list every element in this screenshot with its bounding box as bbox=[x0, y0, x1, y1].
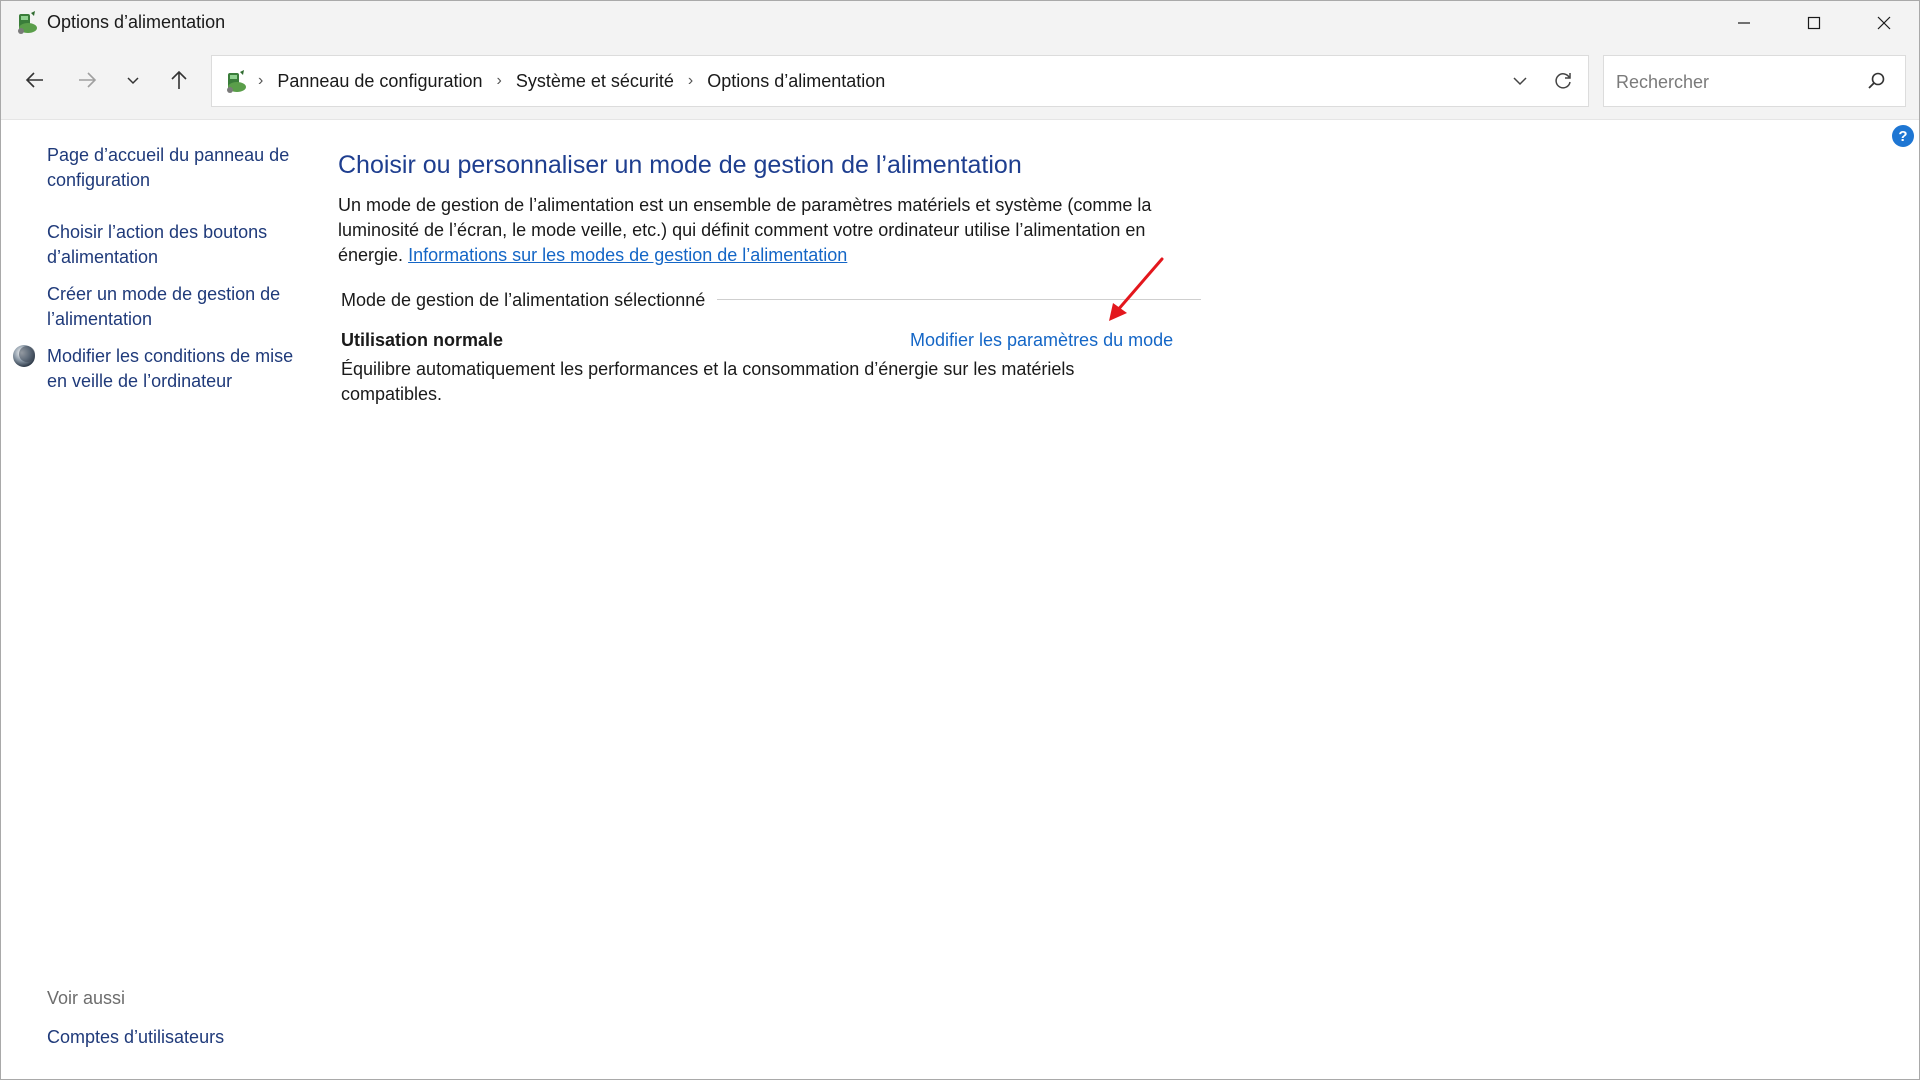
chevron-right-icon: › bbox=[258, 72, 264, 89]
sidebar-link-create-plan[interactable]: Créer un mode de gestion de l’alimentati… bbox=[47, 282, 297, 332]
search-box bbox=[1603, 55, 1906, 108]
plan-description: Équilibre automatiquement les performanc… bbox=[341, 359, 1075, 404]
refresh-button[interactable] bbox=[1550, 68, 1576, 94]
search-icon[interactable] bbox=[1865, 70, 1887, 92]
search-input[interactable] bbox=[1614, 56, 1858, 108]
plan-name: Utilisation normale bbox=[341, 330, 504, 350]
address-history-dropdown[interactable] bbox=[1508, 69, 1532, 93]
back-button[interactable] bbox=[17, 62, 53, 98]
minimize-icon bbox=[1738, 22, 1750, 24]
sidebar-link-control-panel-home[interactable]: Page d’accueil du panneau de configurati… bbox=[47, 143, 297, 193]
navigation-bar: › Panneau de configuration › Système et … bbox=[1, 45, 1919, 120]
address-bar[interactable]: › Panneau de configuration › Système et … bbox=[211, 55, 1589, 107]
sidebar-link-sleep-settings[interactable]: Modifier les conditions de mise en veill… bbox=[47, 344, 297, 394]
breadcrumb-item-control-panel[interactable]: Panneau de configuration bbox=[277, 71, 482, 92]
breadcrumb-item-power-options[interactable]: Options d’alimentation bbox=[707, 71, 885, 92]
page-title: Choisir ou personnaliser un mode de gest… bbox=[338, 151, 1022, 179]
chevron-down-icon bbox=[127, 77, 139, 85]
arrow-right-icon bbox=[79, 72, 97, 88]
breadcrumb: › Panneau de configuration › Système et … bbox=[258, 56, 885, 106]
arrow-left-icon bbox=[25, 72, 43, 88]
sleep-moon-icon bbox=[13, 345, 35, 367]
window-title: Options d’alimentation bbox=[47, 12, 226, 32]
change-plan-settings-link[interactable]: Modifier les paramètres du mode bbox=[910, 330, 1173, 351]
recent-locations-button[interactable] bbox=[115, 62, 151, 98]
maximize-button[interactable] bbox=[1779, 1, 1849, 45]
forward-button[interactable] bbox=[69, 62, 105, 98]
sidebar-link-power-buttons[interactable]: Choisir l’action des boutons d’alimentat… bbox=[47, 220, 297, 270]
breadcrumb-item-system-security[interactable]: Système et sécurité bbox=[516, 71, 674, 92]
power-plans-info-link[interactable]: Informations sur les modes de gestion de… bbox=[408, 245, 847, 265]
up-button[interactable] bbox=[161, 62, 197, 98]
red-arrow-annotation-icon bbox=[1109, 257, 1164, 321]
refresh-icon bbox=[1555, 73, 1571, 89]
chevron-down-icon bbox=[1513, 77, 1527, 86]
see-also-link-user-accounts[interactable]: Comptes d’utilisateurs bbox=[47, 1025, 297, 1050]
see-also-heading: Voir aussi bbox=[47, 988, 126, 1008]
minimize-button[interactable] bbox=[1709, 1, 1779, 45]
close-icon bbox=[1877, 16, 1891, 30]
power-options-location-icon bbox=[227, 70, 246, 93]
close-button[interactable] bbox=[1849, 1, 1919, 45]
intro-paragraph: Un mode de gestion de l’alimentation est… bbox=[338, 193, 1168, 268]
help-icon[interactable]: ? bbox=[1892, 125, 1914, 147]
power-options-window: Options d’alimentation › Panneau de conf… bbox=[0, 0, 1920, 1080]
selected-plan-section-label: Mode de gestion de l’alimentation sélect… bbox=[341, 290, 706, 310]
maximize-icon bbox=[1807, 16, 1821, 30]
chevron-right-icon[interactable]: › bbox=[688, 72, 693, 90]
chevron-right-icon[interactable]: › bbox=[497, 72, 502, 90]
title-bar: Options d’alimentation bbox=[1, 1, 1919, 45]
arrow-up-icon bbox=[171, 70, 187, 89]
power-options-app-icon bbox=[18, 11, 37, 34]
